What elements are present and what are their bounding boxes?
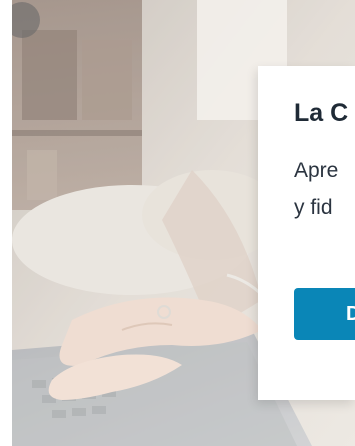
- promo-card-title: La C: [294, 99, 349, 127]
- promo-card: La C Apre y fid D: [258, 66, 355, 400]
- promo-card-text-line-1: Apre: [294, 159, 339, 182]
- promo-card-description: Apre y fid: [294, 152, 355, 226]
- page-frame: La C Apre y fid D: [0, 0, 355, 446]
- promo-card-cta-button[interactable]: D: [294, 288, 355, 340]
- promo-card-text-line-2: y fid: [294, 196, 333, 219]
